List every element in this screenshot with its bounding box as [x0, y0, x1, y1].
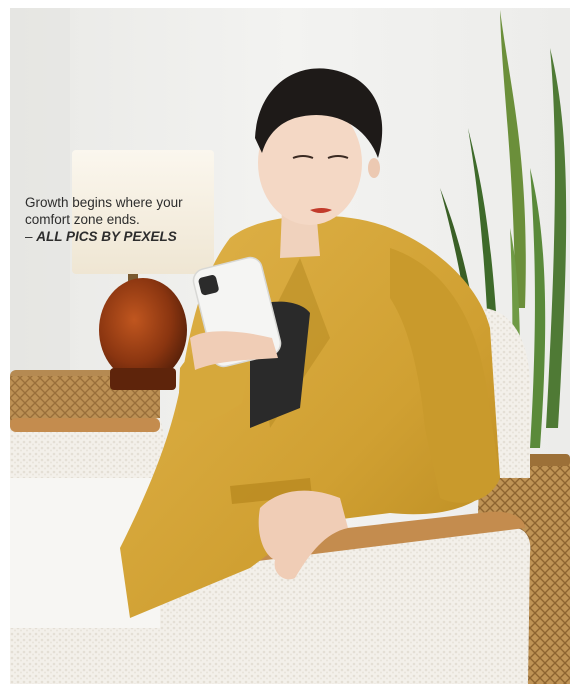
caption-credit-line: – ALL PICS BY PEXELS [25, 228, 245, 245]
photo-caption: Growth begins where your comfort zone en… [25, 194, 245, 245]
caption-credit-dash: – [25, 229, 37, 244]
photo-frame: Growth begins where your comfort zone en… [10, 8, 570, 684]
photo [10, 8, 570, 684]
caption-line-1: Growth begins where your [25, 195, 183, 210]
photo-credit: ALL PICS BY PEXELS [36, 229, 177, 244]
caption-line-2: comfort zone ends. [25, 212, 140, 227]
